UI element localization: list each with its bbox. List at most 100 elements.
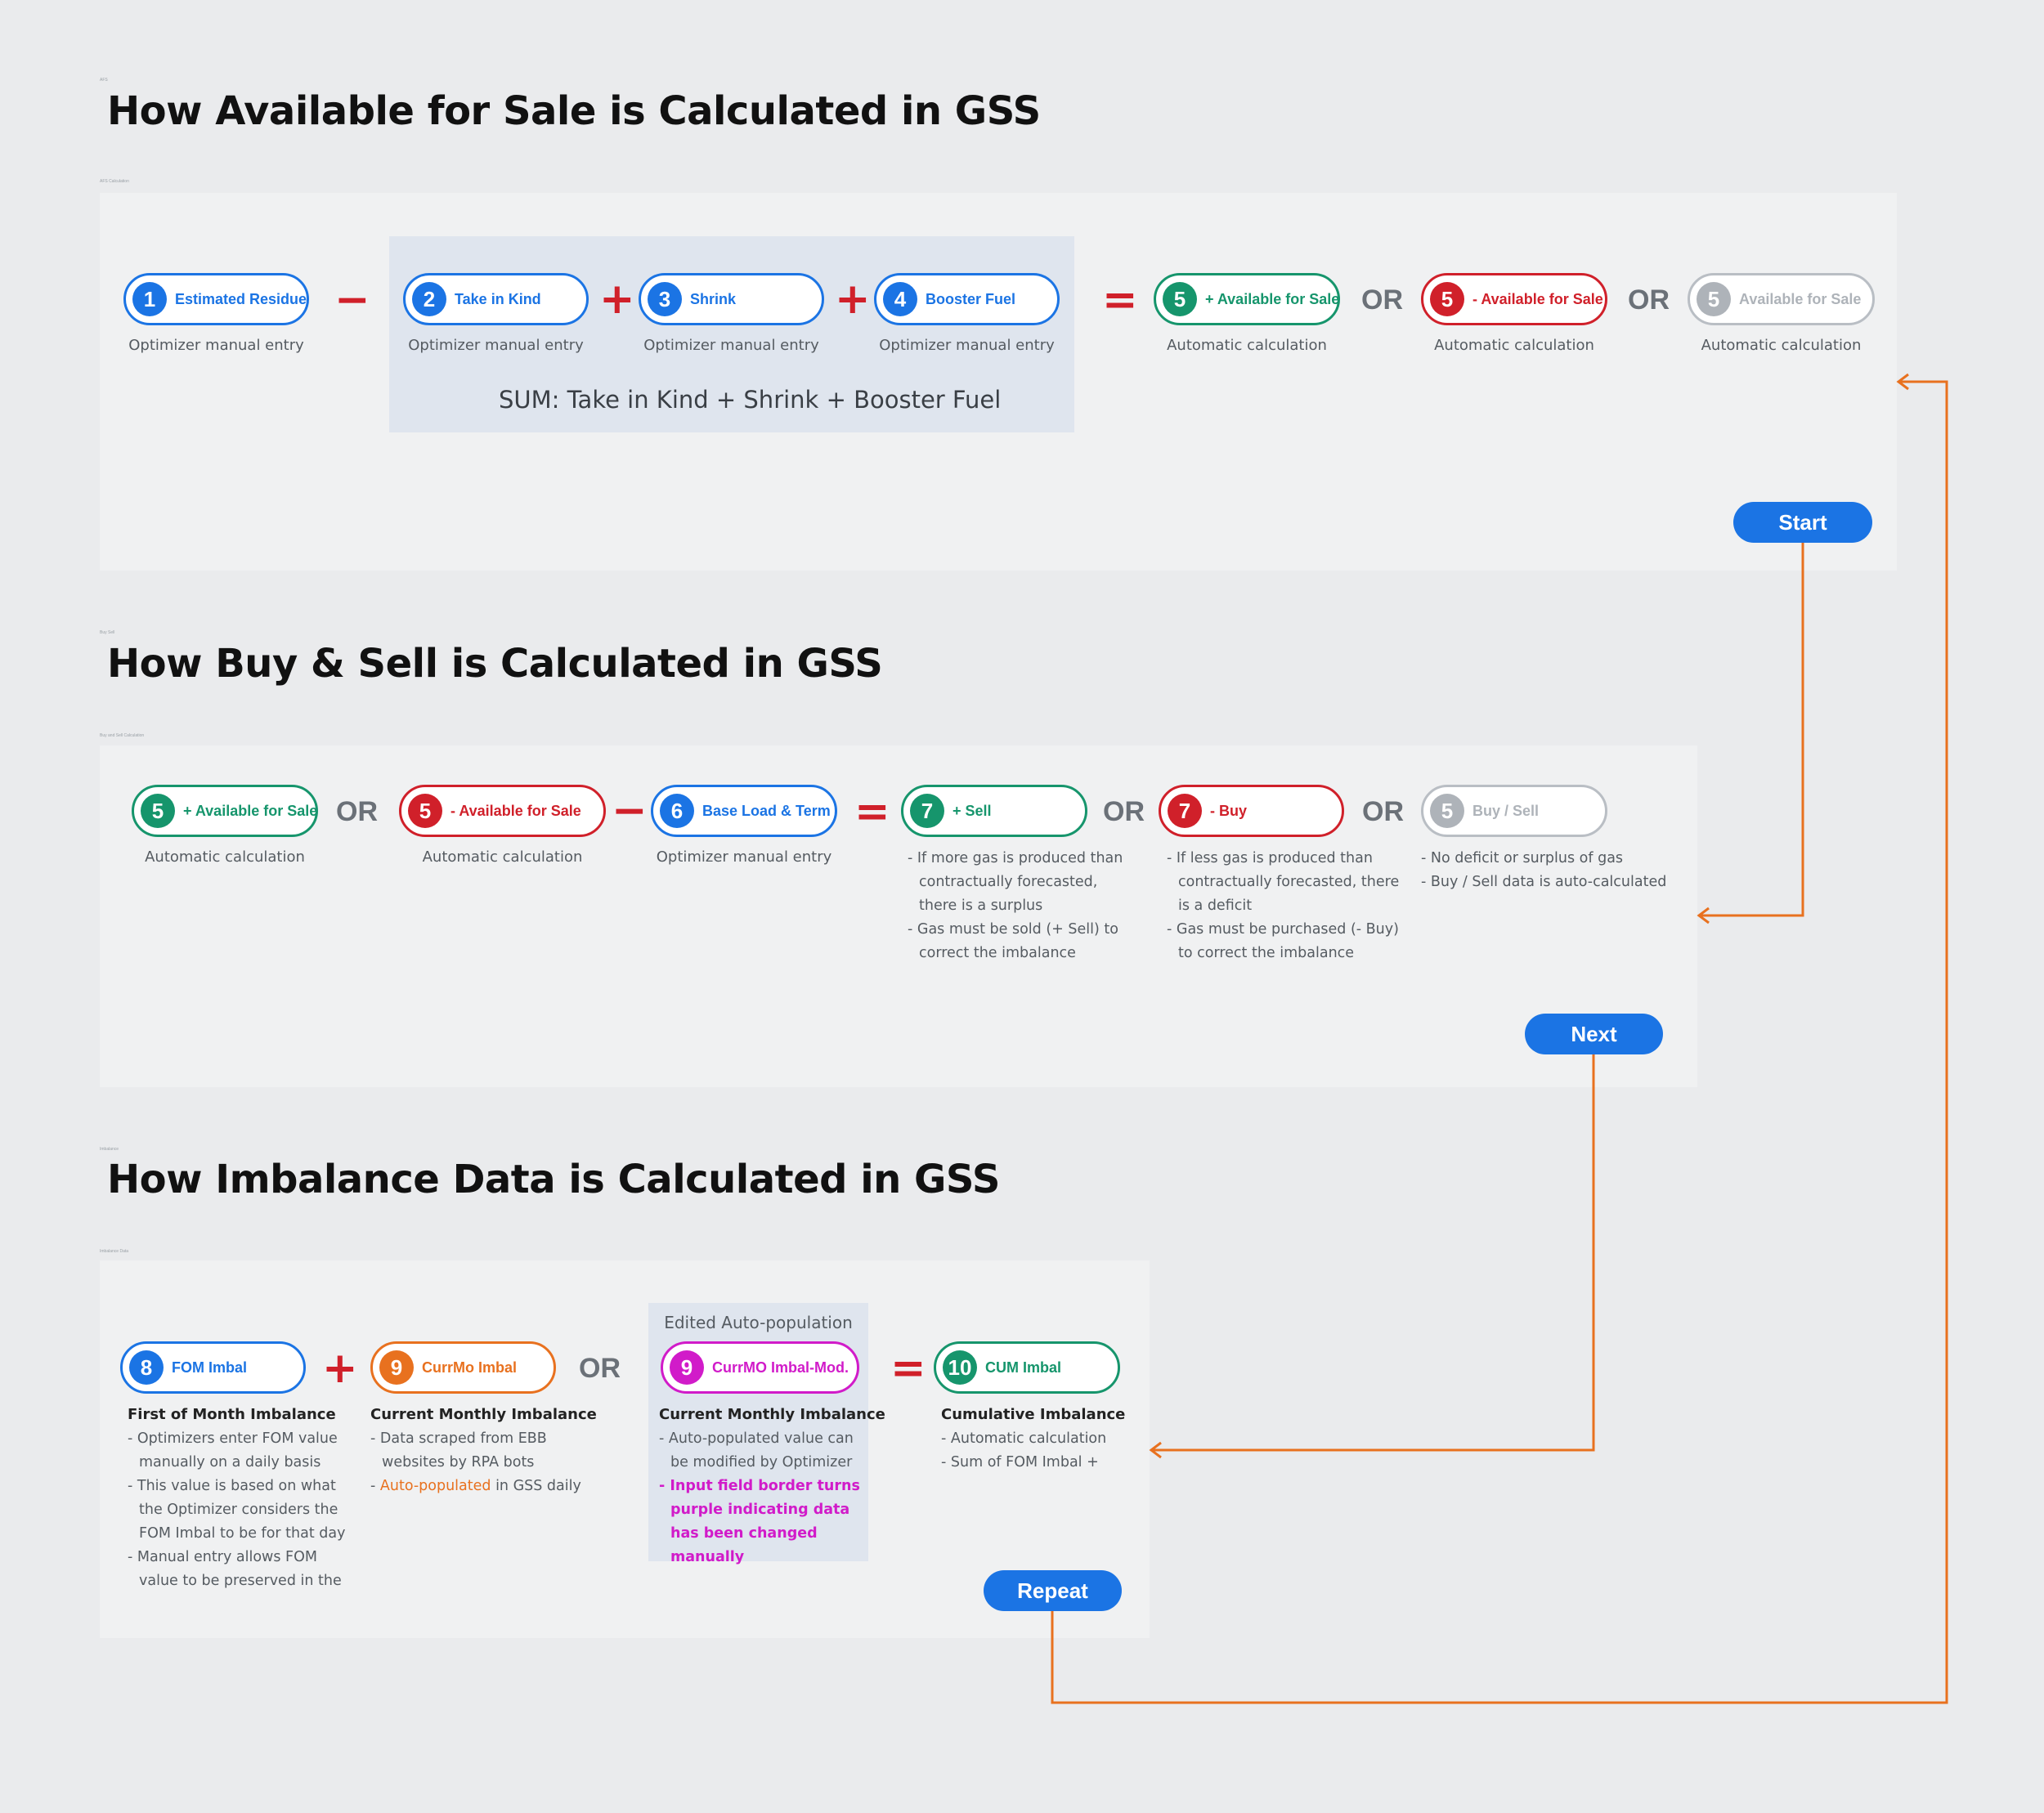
description-line: - Optimizers enter FOM value manually on… xyxy=(128,1430,338,1471)
field-label: FOM Imbal xyxy=(172,1359,248,1376)
next-button[interactable]: Next xyxy=(1525,1014,1663,1054)
step-number-badge: 5 xyxy=(1430,282,1464,316)
field-label: Estimated Residue xyxy=(175,290,307,307)
step-number-badge: 7 xyxy=(910,794,944,828)
description-line: - Auto-populated in GSS daily xyxy=(370,1478,581,1494)
description-line: - Sum of FOM Imbal + xyxy=(941,1454,1099,1471)
description-line: - This value is based on what the Optimi… xyxy=(128,1478,346,1542)
available-for-sale-negative-field[interactable]: 5 - Available for Sale xyxy=(399,785,606,837)
field-label: - Available for Sale xyxy=(1472,290,1603,307)
field-label: Available for Sale xyxy=(1739,290,1862,307)
currmo-mod-description: - Auto-populated value can be modified b… xyxy=(659,1427,865,1569)
field-label: + Available for Sale xyxy=(1205,290,1340,307)
field-label: CUM Imbal xyxy=(985,1359,1062,1376)
description-line: - No deficit or surplus of gas xyxy=(1421,850,1624,866)
step-number-badge: 7 xyxy=(1168,794,1202,828)
minus-operator: − xyxy=(612,786,648,835)
fom-description: - Optimizers enter FOM value manually on… xyxy=(128,1427,348,1593)
equals-operator: = xyxy=(1102,275,1138,325)
take-in-kind-field[interactable]: 2 Take in Kind xyxy=(403,273,589,325)
currmo-imbal-field[interactable]: 9 CurrMo Imbal xyxy=(370,1341,556,1394)
field-label: CurrMo Imbal xyxy=(422,1359,518,1376)
step-number-badge: 4 xyxy=(883,282,917,316)
field-label: + Sell xyxy=(953,802,992,819)
or-separator: OR xyxy=(579,1353,621,1384)
cum-heading: Cumulative Imbalance xyxy=(941,1406,1126,1423)
field-caption: Automatic calculation xyxy=(1167,337,1327,354)
step-number-badge: 8 xyxy=(129,1350,164,1385)
equals-operator: = xyxy=(854,787,890,836)
buy-field[interactable]: 7 - Buy xyxy=(1159,785,1344,837)
booster-fuel-field[interactable]: 4 Booster Fuel xyxy=(874,273,1060,325)
step-number-badge: 5 xyxy=(141,794,175,828)
edited-autopopulation-label: Edited Auto-population xyxy=(664,1313,853,1332)
cum-imbal-field[interactable]: 10 CUM Imbal xyxy=(934,1341,1120,1394)
currmo-imbal-mod-field[interactable]: 9 CurrMO Imbal-Mod. xyxy=(661,1341,859,1394)
field-caption: Automatic calculation xyxy=(1701,337,1862,354)
estimated-residue-field[interactable]: 1 Estimated Residue xyxy=(123,273,309,325)
buy-sell-neutral-field[interactable]: 5 Buy / Sell xyxy=(1421,785,1607,837)
plus-operator: + xyxy=(835,275,871,324)
description-line: - If more gas is produced than contractu… xyxy=(908,850,1123,914)
field-label: Buy / Sell xyxy=(1472,802,1540,819)
currmo-description: - Data scraped from EBB websites by RPA … xyxy=(370,1427,595,1498)
available-for-sale-neutral-field[interactable]: 5 Available for Sale xyxy=(1688,273,1875,325)
field-caption: Optimizer manual entry xyxy=(656,848,832,866)
step-number-badge: 3 xyxy=(648,282,682,316)
frame-label-afs: AFS xyxy=(100,78,108,83)
currmo-heading: Current Monthly Imbalance xyxy=(370,1406,597,1423)
buysell-section-title: How Buy & Sell is Calculated in GSS xyxy=(107,641,883,687)
field-caption: Optimizer manual entry xyxy=(643,337,819,354)
description-line: - Gas must be purchased (- Buy) to corre… xyxy=(1167,921,1399,961)
start-button[interactable]: Start xyxy=(1733,502,1872,543)
or-separator: OR xyxy=(336,796,378,827)
description-line: - If less gas is produced than contractu… xyxy=(1167,850,1400,914)
panel-label-imbalance: Imbalance Data xyxy=(100,1249,129,1254)
step-number-badge: 5 xyxy=(408,794,442,828)
description-line: - Gas must be sold (+ Sell) to correct t… xyxy=(908,921,1118,961)
base-load-term-field[interactable]: 6 Base Load & Term xyxy=(651,785,837,837)
buy-description: - If less gas is produced than contractu… xyxy=(1167,847,1412,965)
step-number-badge: 6 xyxy=(660,794,694,828)
shrink-field[interactable]: 3 Shrink xyxy=(639,273,824,325)
panel-label-buysell: Buy and Sell Calculation xyxy=(100,733,145,738)
field-label: Take in Kind xyxy=(455,290,541,307)
sell-description: - If more gas is produced than contractu… xyxy=(908,847,1138,965)
available-for-sale-positive-field[interactable]: 5 + Available for Sale xyxy=(1154,273,1340,325)
field-label: Base Load & Term xyxy=(702,802,831,819)
minus-operator: − xyxy=(334,275,370,325)
description-line: - Data scraped from EBB websites by RPA … xyxy=(370,1430,547,1471)
available-for-sale-negative-field[interactable]: 5 - Available for Sale xyxy=(1421,273,1607,325)
field-caption: Automatic calculation xyxy=(1434,337,1594,354)
description-line: - Auto-populated value can be modified b… xyxy=(659,1430,854,1471)
repeat-button[interactable]: Repeat xyxy=(984,1570,1122,1611)
description-line: - Automatic calculation xyxy=(941,1430,1107,1447)
description-line: - Buy / Sell data is auto-calculated xyxy=(1421,874,1667,890)
frame-label-imbalance: Imbalance xyxy=(100,1147,119,1152)
plus-operator: + xyxy=(599,275,635,324)
currmo-mod-heading: Current Monthly Imbalance xyxy=(659,1406,885,1423)
start-to-buysell-connector xyxy=(1699,543,1804,917)
cum-description: - Automatic calculation - Sum of FOM Imb… xyxy=(941,1427,1145,1475)
afs-section-title: How Available for Sale is Calculated in … xyxy=(107,88,1041,134)
field-caption: Optimizer manual entry xyxy=(879,337,1055,354)
field-label: - Buy xyxy=(1210,802,1247,819)
step-number-badge: 9 xyxy=(379,1350,414,1385)
sell-field[interactable]: 7 + Sell xyxy=(901,785,1087,837)
fom-heading: First of Month Imbalance xyxy=(128,1406,336,1423)
field-caption: Automatic calculation xyxy=(422,848,583,866)
frame-label-buysell: Buy Sell xyxy=(100,630,115,635)
plus-operator: + xyxy=(322,1344,358,1393)
step-number-badge: 1 xyxy=(132,282,167,316)
step-number-badge: 10 xyxy=(943,1350,977,1385)
step-number-badge: 9 xyxy=(670,1350,704,1385)
fom-imbal-field[interactable]: 8 FOM Imbal xyxy=(120,1341,306,1394)
or-separator: OR xyxy=(1628,284,1670,316)
sum-formula: SUM: Take in Kind + Shrink + Booster Fue… xyxy=(499,386,1002,414)
next-to-imbalance-connector xyxy=(1151,1054,1595,1452)
neutral-description: - No deficit or surplus of gas - Buy / S… xyxy=(1421,847,1683,894)
available-for-sale-positive-field[interactable]: 5 + Available for Sale xyxy=(132,785,318,837)
field-caption: Optimizer manual entry xyxy=(408,337,584,354)
arrow-head-icon xyxy=(1149,1441,1162,1459)
panel-label-afs: AFS Calculation xyxy=(100,179,129,184)
